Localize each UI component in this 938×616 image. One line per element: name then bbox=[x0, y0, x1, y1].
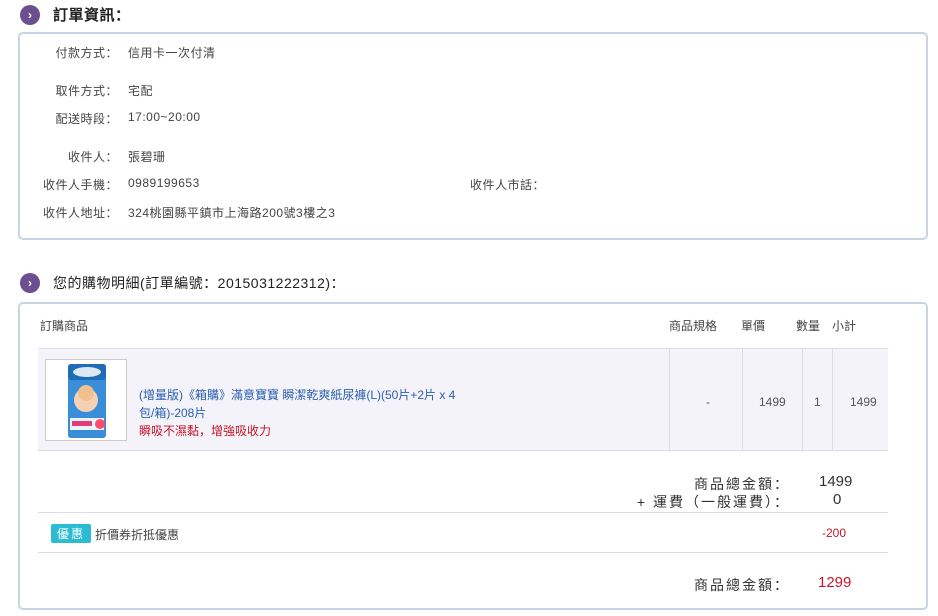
header-product: 訂購商品 bbox=[40, 319, 89, 333]
diaper-package-image bbox=[68, 364, 106, 438]
pickup-value: 宅配 bbox=[128, 84, 154, 98]
mobile-label: 收件人手機： bbox=[42, 178, 118, 192]
item-unit-price: 1499 bbox=[759, 395, 786, 409]
item-qty: 1 bbox=[814, 395, 821, 409]
column-divider bbox=[832, 348, 833, 451]
chevron-right-icon: › bbox=[20, 273, 40, 293]
discount-text: 折價券折抵優惠 bbox=[95, 528, 180, 542]
product-promo-text: 瞬吸不濕黏，增強吸收力 bbox=[139, 424, 272, 438]
order-info-title: 訂單資訊： bbox=[53, 7, 131, 24]
grand-total-value: 1299 bbox=[818, 574, 852, 591]
cart-title: 您的購物明細(訂單編號：2015031222312)： bbox=[53, 275, 346, 291]
header-subtotal: 小計 bbox=[832, 319, 857, 333]
chevron-right-icon: › bbox=[20, 4, 40, 25]
column-divider bbox=[802, 348, 803, 451]
column-divider bbox=[669, 348, 670, 451]
cart-header: › 您的購物明細(訂單編號：2015031222312)： bbox=[20, 273, 345, 293]
column-divider bbox=[742, 348, 743, 451]
discount-badge: 優惠 bbox=[51, 524, 92, 543]
header-spec: 商品規格 bbox=[669, 319, 718, 333]
shipping-label: + 運費（一般運費）： bbox=[636, 494, 790, 510]
goods-total-value: 1499 bbox=[819, 473, 853, 490]
item-subtotal: 1499 bbox=[850, 395, 877, 409]
delivery-time-label: 配送時段： bbox=[55, 112, 118, 126]
recipient-value: 張碧珊 bbox=[128, 150, 166, 164]
phone-label: 收件人市話： bbox=[470, 178, 546, 192]
grand-total-label: 商品總金額： bbox=[694, 577, 790, 593]
discount-value: -200 bbox=[822, 526, 847, 540]
header-unit-price: 單價 bbox=[741, 319, 766, 333]
item-spec: - bbox=[706, 395, 710, 409]
payment-label: 付款方式： bbox=[55, 46, 118, 60]
delivery-time-value: 17:00~20:00 bbox=[128, 110, 201, 124]
goods-total-label: 商品總金額： bbox=[694, 476, 790, 492]
payment-value: 信用卡一次付清 bbox=[128, 46, 216, 60]
product-name-link[interactable]: (增量版)《箱購》滿意寶寶 瞬潔乾爽紙尿褲(L)(50片+2片 x 4包/箱)-… bbox=[139, 386, 459, 422]
pickup-label: 取件方式： bbox=[55, 84, 118, 98]
shipping-value: 0 bbox=[833, 491, 842, 508]
address-label: 收件人地址： bbox=[42, 206, 118, 220]
address-value: 324桃園縣平鎮市上海路200號3樓之3 bbox=[128, 206, 336, 220]
recipient-label: 收件人： bbox=[67, 150, 118, 164]
product-thumbnail[interactable] bbox=[45, 359, 127, 441]
header-qty: 數量 bbox=[796, 319, 821, 333]
mobile-value: 0989199653 bbox=[128, 176, 200, 190]
order-info-header: › 訂單資訊： bbox=[20, 4, 131, 25]
